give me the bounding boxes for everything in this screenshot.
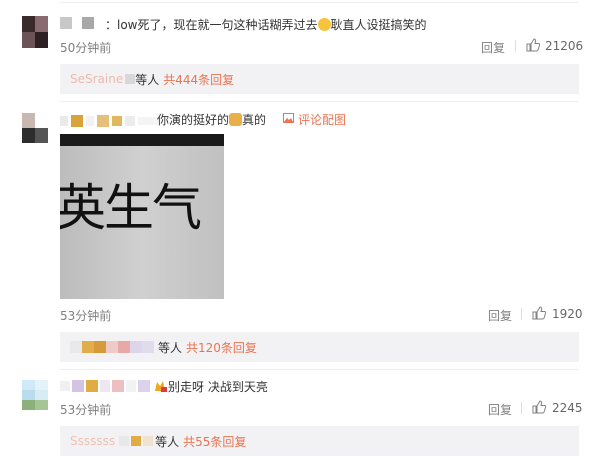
grin-emoji-icon	[317, 18, 331, 31]
timestamp: 53分钟前	[60, 309, 112, 323]
sub-reply-user[interactable]: SeSraine	[70, 72, 123, 86]
comment-text: 别走呀 决战到天亮	[168, 378, 268, 395]
avatar[interactable]	[22, 380, 48, 410]
fan-badge-icon	[155, 381, 167, 392]
like-icon[interactable]	[526, 38, 540, 52]
sub-replies-bar[interactable]: 等人 共120条回复	[60, 332, 579, 362]
username[interactable]	[60, 115, 158, 127]
sub-reply-count[interactable]: 共55条回复	[183, 433, 246, 450]
sub-reply-count[interactable]: 共444条回复	[163, 71, 234, 88]
comment-text-part: 你演的挺好的	[157, 113, 230, 127]
divider	[521, 402, 522, 414]
divider	[60, 2, 579, 3]
sub-replies-bar[interactable]: SeSraine 等人 共444条回复	[60, 64, 579, 94]
avatar[interactable]	[22, 16, 48, 48]
like-count: 21206	[545, 39, 584, 53]
comment-text-part: 别走呀 决战到天亮	[168, 380, 268, 394]
sub-reply-user[interactable]	[70, 341, 154, 353]
reply-button[interactable]: 回复	[488, 401, 512, 418]
username[interactable]	[60, 380, 150, 392]
sub-reply-avatar	[125, 74, 136, 84]
comment-image[interactable]: 英生气	[60, 134, 224, 299]
image-caption-text: 英生气	[60, 179, 202, 237]
image-icon[interactable]	[283, 113, 294, 123]
like-count: 2245	[552, 401, 583, 415]
comment-text-part: 耿直人设挺搞笑的	[330, 18, 427, 32]
divider	[521, 308, 522, 320]
like-icon[interactable]	[532, 306, 546, 320]
like-icon[interactable]	[532, 400, 546, 414]
like-count: 1920	[552, 307, 583, 321]
sub-reply-count[interactable]: 共120条回复	[186, 339, 257, 356]
timestamp: 50分钟前	[60, 41, 112, 55]
username[interactable]	[60, 17, 94, 29]
divider	[60, 369, 579, 370]
divider	[515, 40, 516, 52]
reply-button[interactable]: 回复	[481, 39, 505, 56]
timestamp: 53分钟前	[60, 403, 112, 417]
sub-replies-bar[interactable]: Sssssss 等人 共55条回复	[60, 426, 579, 456]
thumbs-up-emoji-icon	[229, 113, 243, 126]
reply-button[interactable]: 回复	[488, 307, 512, 324]
comment-text: 你演的挺好的 真的	[157, 111, 266, 128]
sub-reply-user[interactable]: Sssssss	[70, 434, 115, 448]
comment-text: ：low死了，现在就一句这种话糊弄过去 耿直人设挺搞笑的	[105, 16, 427, 33]
sub-reply-etc: 等人	[135, 72, 160, 87]
comment-picture-link[interactable]: 评论配图	[298, 111, 346, 128]
sub-reply-etc: 等人	[158, 340, 183, 355]
comment-text-part: 真的	[242, 113, 267, 127]
comment-text-part: ：low死了，现在就一句这种话糊弄过去	[105, 18, 318, 32]
sub-reply-avatar	[119, 436, 154, 446]
avatar[interactable]	[22, 113, 48, 143]
sub-reply-etc: 等人	[155, 434, 180, 449]
divider	[60, 101, 579, 102]
